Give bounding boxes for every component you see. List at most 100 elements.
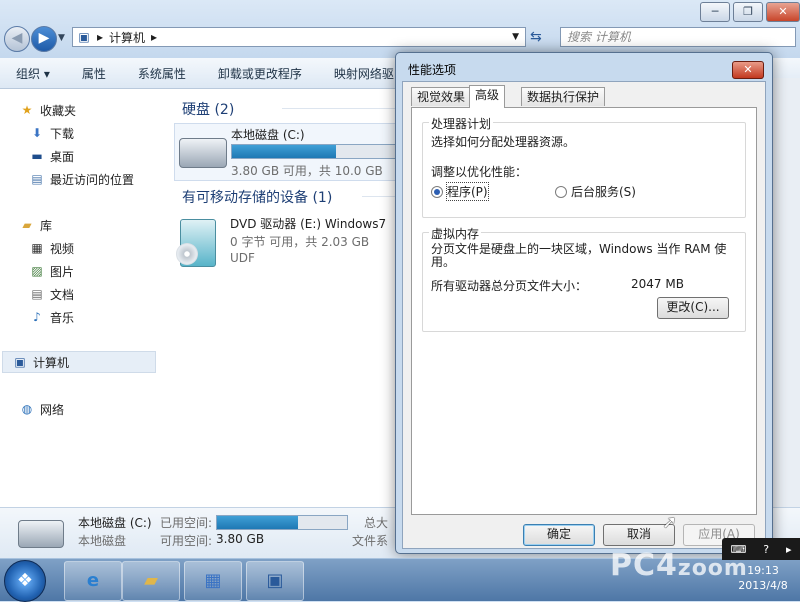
back-button[interactable]: ◀ [4, 26, 30, 52]
nav-documents[interactable]: ▤ 文档 [30, 285, 74, 303]
processor-legend: 处理器计划 [429, 115, 494, 132]
maximize-button[interactable]: ❐ [733, 2, 763, 22]
radio-background-label: 后台服务(S) [571, 185, 636, 199]
group-divider [282, 108, 400, 109]
uninstall-program-button[interactable]: 卸载或更改程序 [202, 65, 318, 82]
watermark-main: PC4 [610, 548, 678, 583]
taskbar-ie[interactable]: e [64, 561, 122, 601]
nav-computer-label: 计算机 [33, 355, 70, 370]
mouse-cursor-icon: ➚ [662, 512, 678, 533]
details-fs-label: 文件系 [352, 534, 389, 548]
nav-music-label: 音乐 [50, 310, 75, 325]
folder-icon: ▰ [144, 570, 158, 591]
radio-programs[interactable]: 程序(P) [431, 182, 489, 201]
system-properties-button[interactable]: 系统属性 [122, 65, 202, 82]
tray-arrow-icon[interactable]: ▸ [786, 543, 792, 556]
performance-options-dialog: 性能选项 ✕ 视觉效果 高级 数据执行保护 处理器计划 选择如何分配处理器资源。… [395, 52, 773, 554]
system-tray: ⌨ ? ▸ [722, 538, 800, 560]
ok-button[interactable]: 确定 [523, 524, 595, 546]
details-free-value: 3.80 GB [216, 532, 265, 546]
disc-icon [176, 243, 198, 265]
vm-change-button[interactable]: 更改(C)... [657, 297, 729, 319]
help-icon[interactable]: ? [763, 543, 769, 556]
nav-downloads-label: 下载 [50, 126, 75, 141]
taskbar-explorer[interactable]: ▰ [122, 561, 180, 601]
vm-description: 分页文件是硬盘上的一块区域，Windows 当作 RAM 使用。 [431, 242, 727, 269]
vm-legend: 虚拟内存 [429, 225, 482, 242]
dvd-filesystem: UDF [230, 251, 255, 265]
removable-group-header[interactable]: 有可移动存储的设备 (1) [182, 187, 332, 207]
system-icon: ▣ [266, 570, 284, 591]
recent-pages-chevron-icon[interactable]: ▼ [58, 33, 65, 43]
tab-advanced[interactable]: 高级 [469, 85, 506, 108]
download-folder-icon: ⬇ [31, 126, 43, 140]
details-free-label: 可用空间: [160, 534, 213, 548]
dvd-name: DVD 驱动器 (E:) Windows7 [230, 217, 387, 231]
keyboard-icon[interactable]: ⌨ [730, 543, 746, 556]
details-type: 本地磁盘 [78, 534, 127, 548]
nav-computer[interactable]: ▣ 计算机 [2, 351, 156, 373]
vm-total-value: 2047 MB [631, 277, 684, 291]
address-dropdown-icon[interactable]: ▼ [512, 32, 519, 42]
forward-button[interactable]: ▶ [31, 26, 57, 52]
control-panel-icon: ▦ [204, 570, 222, 591]
nav-favorites[interactable]: ★ 收藏夹 [20, 101, 76, 119]
dvd-drive-e[interactable]: DVD 驱动器 (E:) Windows7 0 字节 可用，共 2.03 GB … [174, 213, 400, 273]
radio-background-services[interactable]: 后台服务(S) [555, 183, 636, 200]
hdd-group-header[interactable]: 硬盘 (2) [182, 99, 234, 119]
nav-pictures[interactable]: ▨ 图片 [30, 262, 74, 280]
hard-drive-icon [179, 138, 227, 168]
internet-explorer-icon: e [86, 570, 100, 591]
radio-background-dot [555, 185, 567, 198]
desktop-icon: ▬ [31, 149, 43, 163]
nav-network[interactable]: ◍ 网络 [20, 400, 64, 418]
start-button[interactable]: ❖ [4, 560, 46, 602]
tab-visual-effects[interactable]: 视觉效果 [411, 87, 472, 106]
search-input[interactable]: 搜索 计算机 [560, 27, 796, 47]
details-usage-fill [217, 516, 298, 529]
star-icon: ★ [21, 103, 33, 117]
radio-programs-label: 程序(P) [446, 182, 489, 201]
taskbar-system[interactable]: ▣ [246, 561, 304, 601]
nav-libraries[interactable]: ▰ 库 [20, 216, 52, 234]
processor-scheduling-group: 处理器计划 选择如何分配处理器资源。 调整以优化性能： 程序(P) 后台服务(S… [422, 115, 746, 218]
local-disk-name: 本地磁盘 (C:) [231, 128, 305, 142]
nav-recent-places[interactable]: ▤ 最近访问的位置 [30, 170, 134, 188]
properties-button[interactable]: 属性 [66, 65, 122, 82]
address-separator: ▸ [97, 30, 104, 44]
local-disk-usage-bar [231, 144, 401, 159]
library-icon: ▰ [22, 218, 32, 232]
computer-icon: ▣ [78, 30, 90, 44]
clock-time: 19:13 [747, 564, 779, 577]
dialog-body: 视觉效果 高级 数据执行保护 处理器计划 选择如何分配处理器资源。 调整以优化性… [402, 81, 766, 549]
local-disk-c[interactable]: 本地磁盘 (C:) 3.80 GB 可用，共 10.0 GB [174, 123, 402, 181]
background-window-edge [771, 78, 800, 507]
refresh-icon[interactable]: ⇆ [530, 29, 542, 45]
recent-places-icon: ▤ [31, 172, 43, 186]
nav-downloads[interactable]: ⬇ 下载 [30, 124, 74, 142]
nav-videos[interactable]: ▦ 视频 [30, 239, 74, 257]
taskbar-control-panel[interactable]: ▦ [184, 561, 242, 601]
details-used-label: 已用空间: [160, 516, 213, 530]
search-placeholder: 搜索 计算机 [567, 30, 631, 44]
music-icon: ♪ [33, 310, 41, 324]
processor-description: 选择如何分配处理器资源。 [431, 135, 576, 149]
picture-icon: ▨ [31, 264, 43, 278]
address-path[interactable]: 计算机 [109, 29, 145, 46]
dialog-close-button[interactable]: ✕ [732, 61, 764, 79]
local-disk-usage-text: 3.80 GB 可用，共 10.0 GB [231, 164, 383, 178]
tab-dep[interactable]: 数据执行保护 [521, 87, 606, 106]
nav-desktop[interactable]: ▬ 桌面 [30, 147, 74, 165]
address-separator-2: ▸ [151, 30, 158, 44]
close-button[interactable]: ✕ [766, 2, 800, 22]
nav-libraries-label: 库 [40, 218, 53, 233]
nav-favorites-label: 收藏夹 [40, 103, 77, 118]
minimize-button[interactable]: ─ [700, 2, 730, 22]
clock[interactable]: 19:13 2013/4/8 [728, 563, 798, 593]
dvd-usage: 0 字节 可用，共 2.03 GB [230, 235, 370, 249]
organize-menu[interactable]: 组织 ▾ [0, 65, 66, 82]
radio-programs-dot [431, 185, 443, 198]
dialog-title: 性能选项 [408, 63, 457, 77]
nav-music[interactable]: ♪ 音乐 [30, 308, 74, 326]
address-bar[interactable]: ▣ ▸ 计算机 ▸ ▼ [72, 27, 526, 47]
